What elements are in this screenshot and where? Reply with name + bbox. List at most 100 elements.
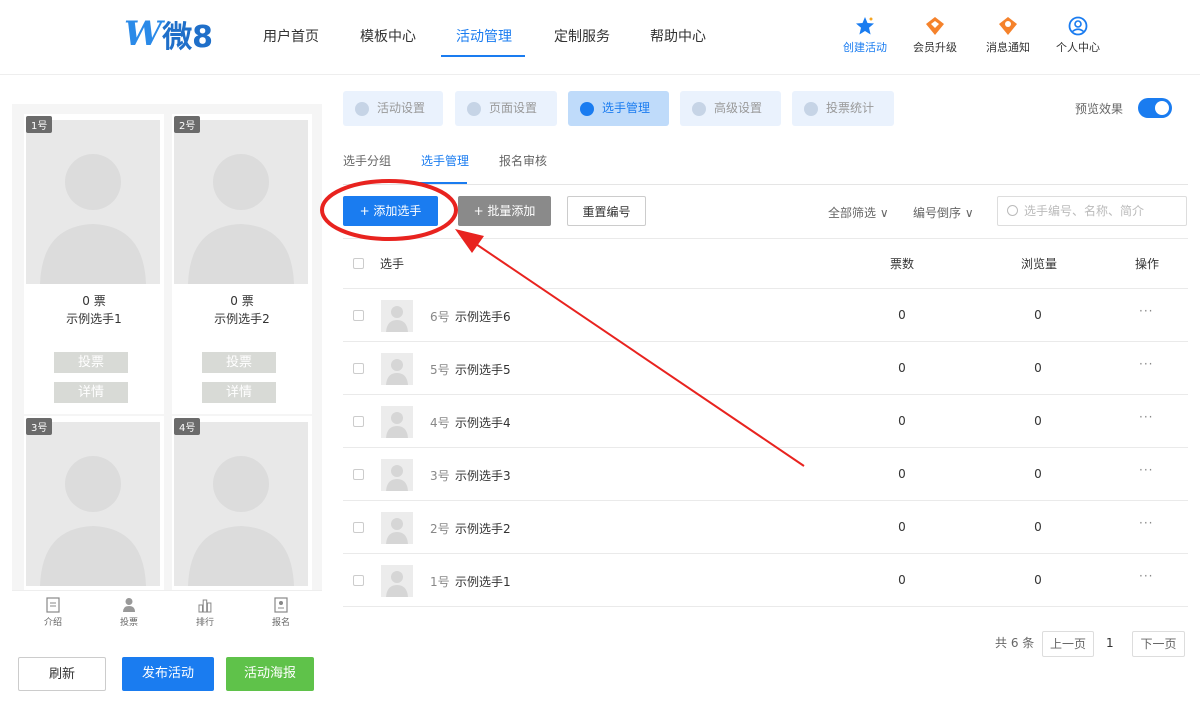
reset-numbering-button[interactable]: 重置编号 [567,196,646,226]
personal-center-button[interactable]: 个人中心 [1048,16,1108,55]
vote-button[interactable]: 投票 [202,352,276,373]
player-votes: 0 票 [230,294,254,308]
nav-template-center[interactable]: 模板中心 [360,26,416,46]
more-actions-button[interactable]: ··· [1139,304,1153,318]
player-name: 示例选手1 [66,312,122,326]
diamond-badge-icon [926,17,944,35]
table-row[interactable]: 6号 示例选手6 0 0 ··· [343,289,1188,342]
publish-activity-button[interactable]: 发布活动 [122,657,214,691]
total-count: 共 6 条 [995,636,1035,650]
avatar-placeholder-icon [26,422,160,586]
more-actions-button[interactable]: ··· [1139,410,1153,424]
sort-order-dropdown[interactable]: 编号倒序 ∨ [913,204,974,221]
next-page-button[interactable]: 下一页 [1132,631,1185,657]
nav-help-center[interactable]: 帮助中心 [650,26,706,46]
avatar-placeholder-icon [174,422,308,586]
table-row[interactable]: 4号 示例选手4 0 0 ··· [343,395,1188,448]
table-row[interactable]: 5号 示例选手5 0 0 ··· [343,342,1188,395]
preview-toggle[interactable] [1138,98,1172,118]
tab-page-settings[interactable]: 页面设置 [455,91,557,126]
nav-custom-service[interactable]: 定制服务 [554,26,610,46]
filter-all-dropdown[interactable]: 全部筛选 ∨ [828,204,889,221]
signup-icon [274,597,288,613]
header-player: 选手 [380,257,405,271]
brand-logo[interactable]: W 微8 [124,14,213,55]
tab-signup[interactable]: 报名 [256,597,306,628]
select-all-checkbox[interactable] [353,258,364,269]
player-number-badge: 4号 [174,418,201,435]
create-activity-label: 创建活动 [843,41,887,54]
avatar [381,300,413,332]
player-views: 0 [1034,308,1042,322]
tab-vote-label: 投票 [119,618,138,628]
table-top-border [343,238,1188,239]
add-player-button[interactable]: + 添加选手 [343,196,438,226]
preview-player-card[interactable]: 1号 0 票 示例选手1 投票 详情 [24,114,164,414]
detail-button[interactable]: 详情 [54,382,128,403]
player-name: 示例选手2 [214,312,270,326]
personal-center-label: 个人中心 [1056,41,1100,54]
tab-vote-statistics-label: 投票统计 [826,101,875,115]
tab-intro[interactable]: 介绍 [28,597,78,628]
tab-advanced-settings[interactable]: 高级设置 [680,91,781,126]
member-upgrade-label: 会员升级 [913,41,957,54]
tab-player-management[interactable]: 选手管理 [568,91,669,126]
more-actions-button[interactable]: ··· [1139,463,1153,477]
batch-add-button[interactable]: + 批量添加 [458,196,551,226]
player-number-badge: 1号 [26,116,53,133]
player-views: 0 [1034,520,1042,534]
table-row[interactable]: 2号 示例选手2 0 0 ··· [343,501,1188,554]
user-circle-icon [1068,16,1088,36]
subtab-player-groups[interactable]: 选手分组 [343,152,391,169]
member-upgrade-button[interactable]: 会员升级 [905,16,965,55]
player-number-badge: 2号 [174,116,201,133]
subtab-signup-review[interactable]: 报名审核 [499,152,547,169]
document-icon [46,597,60,613]
tab-ranking[interactable]: 排行 [180,597,230,628]
row-checkbox[interactable] [353,469,364,480]
vote-button[interactable]: 投票 [54,352,128,373]
create-activity-button[interactable]: 创建活动 [835,16,895,55]
row-checkbox[interactable] [353,416,364,427]
row-checkbox[interactable] [353,575,364,586]
tab-activity-settings[interactable]: 活动设置 [343,91,443,126]
row-checkbox[interactable] [353,363,364,374]
more-actions-button[interactable]: ··· [1139,357,1153,371]
current-page[interactable]: 1 [1106,631,1114,657]
prev-page-button[interactable]: 上一页 [1042,631,1094,657]
tab-vote[interactable]: 投票 [104,597,154,628]
preview-toggle-label: 预览效果 [1075,102,1124,116]
player-votes: 0 [898,467,906,481]
nav-activity-management[interactable]: 活动管理 [456,26,512,46]
tab-vote-statistics[interactable]: 投票统计 [792,91,894,126]
preview-player-card[interactable]: 2号 0 票 示例选手2 投票 详情 [172,114,312,414]
avatar [381,512,413,544]
row-checkbox[interactable] [353,310,364,321]
search-placeholder: 选手编号、名称、简介 [1024,204,1145,218]
more-actions-button[interactable]: ··· [1139,516,1153,530]
advanced-icon [692,101,706,116]
player-number: 5号 [430,363,450,377]
statistics-icon [804,101,818,116]
player-name: 示例选手1 [455,575,511,589]
row-checkbox[interactable] [353,522,364,533]
nav-user-home[interactable]: 用户首页 [263,26,319,46]
table-row[interactable]: 3号 示例选手3 0 0 ··· [343,448,1188,501]
heart-icon [355,101,369,116]
subtab-player-management[interactable]: 选手管理 [421,152,469,169]
message-notification-button[interactable]: 消息通知 [978,16,1038,55]
subtab-divider [343,184,1188,185]
player-name: 示例选手2 [455,522,511,536]
player-number: 4号 [430,416,450,430]
header-operations: 操作 [1135,257,1160,271]
player-number: 1号 [430,575,450,589]
detail-button[interactable]: 详情 [202,382,276,403]
bell-badge-icon [999,17,1017,35]
search-input[interactable]: 选手编号、名称、简介 [997,196,1187,226]
activity-poster-button[interactable]: 活动海报 [226,657,314,691]
page-icon [467,101,481,116]
avatar [381,459,413,491]
table-row[interactable]: 1号 示例选手1 0 0 ··· [343,554,1188,607]
refresh-button[interactable]: 刷新 [18,657,106,691]
more-actions-button[interactable]: ··· [1139,569,1153,583]
